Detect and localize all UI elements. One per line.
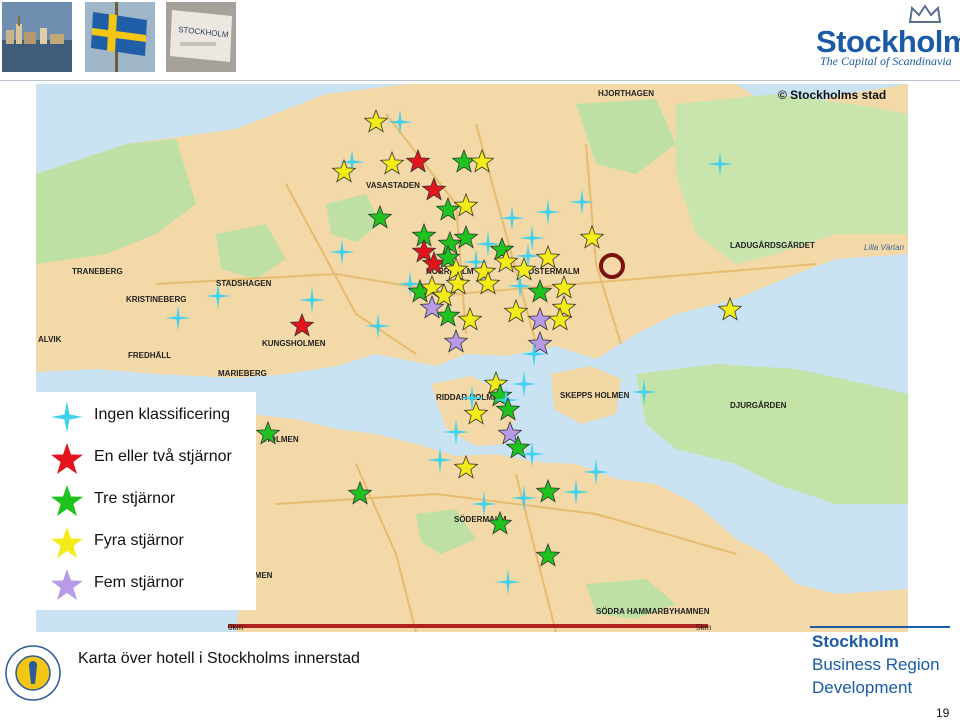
scale-start-label: 0km: [228, 623, 243, 632]
label-fredhall: FREDHÄLL: [128, 351, 171, 360]
legend-row-five-stars: Fem stjärnor: [36, 566, 256, 602]
label-traneberg: TRANEBERG: [72, 267, 123, 276]
crown-icon: [908, 4, 942, 23]
label-vasastaden: VASASTADEN: [366, 181, 420, 190]
business-region-logo: Stockholm Business Region Development: [806, 626, 958, 700]
stockholm-logo: Stockholm The Capital of Scandinavia: [816, 4, 960, 68]
label-lilla-varta: Lilla Värtan: [864, 243, 905, 252]
sbrd-line-1: Stockholm: [812, 632, 899, 651]
legend-row-one-two-stars: En eller två stjärnor: [36, 440, 256, 476]
label-marieberg: MARIEBERG: [218, 369, 267, 378]
legend-row-unclassified: Ingen klassificering: [36, 398, 256, 434]
map-copyright: © Stockholms stad: [778, 88, 887, 102]
sbrd-line-2: Business Region: [812, 655, 940, 674]
yellow-star-icon: [51, 527, 83, 558]
label-kristineberg: KRISTINEBERG: [126, 295, 186, 304]
thumbnail-city-view: [2, 2, 72, 72]
legend-label: Ingen klassificering: [94, 406, 231, 423]
green-star-icon: [51, 485, 83, 516]
thumbnail-swedish-flag: [85, 2, 155, 72]
label-djurgarden: DJURGÅRDEN: [730, 401, 787, 410]
sparkle-star-icon: [51, 401, 83, 433]
legend-row-four-stars: Fyra stjärnor: [36, 524, 256, 560]
thumbnail-stockholm-sign: STOCKHOLM: [166, 2, 236, 72]
legend-row-three-stars: Tre stjärnor: [36, 482, 256, 518]
stockholms-stad-seal: [4, 644, 62, 702]
map-caption: Karta över hotell i Stockholms innerstad: [78, 650, 360, 667]
header-divider: [0, 80, 960, 81]
red-star-icon: [51, 443, 83, 474]
label-skeppsholmen: SKEPPS HOLMEN: [560, 391, 630, 400]
logo-rule: [810, 626, 950, 628]
sbrd-line-3: Development: [812, 678, 913, 697]
label-ladugardsgardet: LADUGÅRDSGÄRDET: [730, 241, 815, 250]
legend-label: Tre stjärnor: [94, 490, 176, 507]
label-ostermalm: ÖSTERMALM: [528, 267, 580, 276]
logo-tagline: The Capital of Scandinavia: [820, 54, 952, 68]
label-hjorthagen: HJORTHAGEN: [598, 89, 654, 98]
legend-label: En eller två stjärnor: [94, 448, 232, 465]
purple-star-icon: [51, 569, 83, 600]
label-sodra-hammarbyhamnen: SÖDRA HAMMARBYHAMNEN: [596, 607, 710, 616]
legend-label: Fyra stjärnor: [94, 532, 184, 549]
map-legend: Ingen klassificering En eller två stjärn…: [36, 392, 256, 610]
legend-label: Fem stjärnor: [94, 574, 184, 591]
label-alvik: ALVIK: [38, 335, 62, 344]
page-number: 19: [936, 706, 950, 720]
label-kungsholmen: KUNGSHOLMEN: [262, 339, 326, 348]
scale-end-label: 5km: [696, 623, 711, 632]
label-stadshagen: STADSHAGEN: [216, 279, 272, 288]
